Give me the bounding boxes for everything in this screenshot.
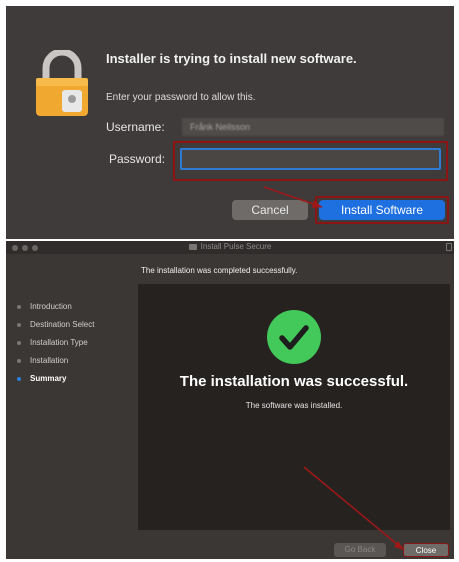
installer-window: Install Pulse Secure The installation wa…	[6, 241, 454, 559]
annotation-arrow	[263, 186, 323, 208]
annotation-arrow	[303, 466, 405, 551]
authentication-dialog: Installer is trying to install new softw…	[6, 6, 454, 239]
